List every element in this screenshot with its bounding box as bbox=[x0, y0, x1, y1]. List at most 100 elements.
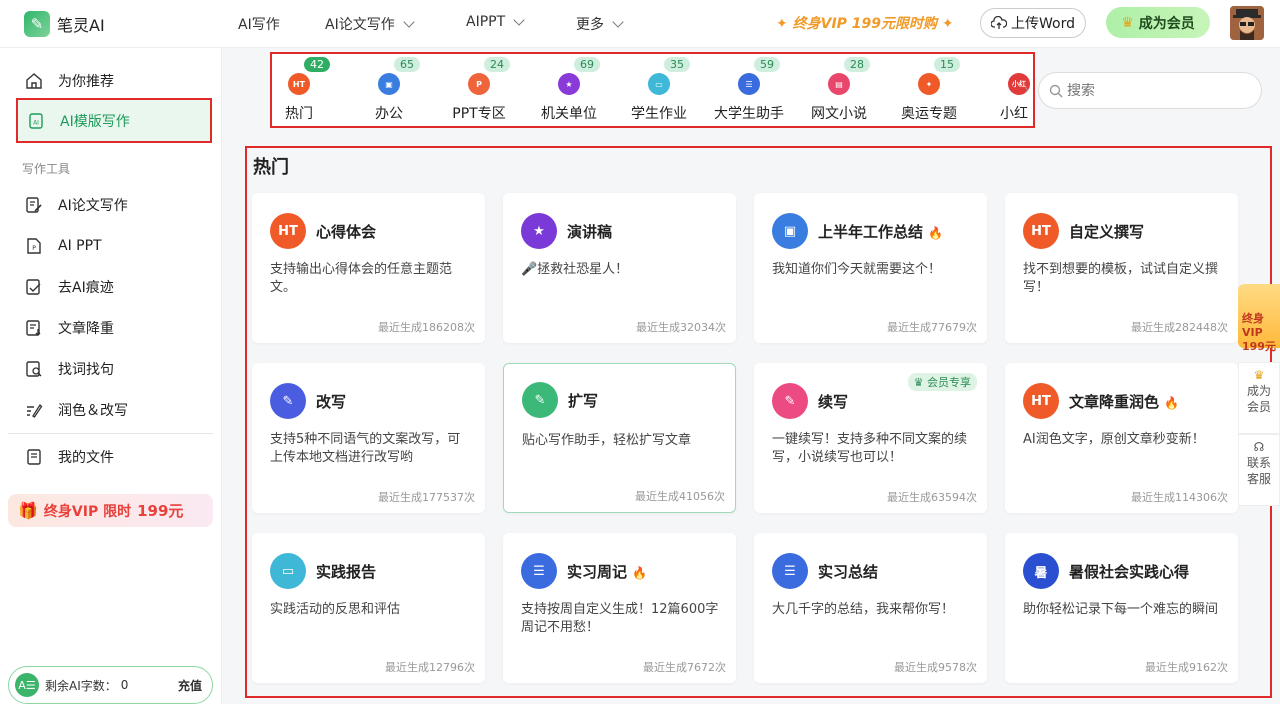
polish-icon bbox=[24, 400, 44, 420]
float-vip-banner[interactable]: 终身VIP 199元 bbox=[1238, 284, 1280, 353]
template-card[interactable]: ▭ 实践报告 实践活动的反思和评估 最近生成12796次 bbox=[252, 533, 485, 683]
card-description: 支持5种不同语气的文案改写，可上传本地文档进行改写哟 bbox=[270, 432, 461, 465]
category-tab-college[interactable]: 59 ☰ 大学生助手 bbox=[704, 54, 794, 126]
card-usage-count: 最近生成186208次 bbox=[378, 321, 475, 334]
sidebar-item-recommend[interactable]: 为你推荐 bbox=[16, 61, 212, 101]
card-usage-count: 最近生成63594次 bbox=[887, 491, 977, 504]
document-icon: ☰ bbox=[521, 553, 557, 589]
template-card[interactable]: HT 自定义撰写 找不到想要的模板，试试自定义撰写！ 最近生成282448次 bbox=[1005, 193, 1238, 343]
card-description: 贴心写作助手，轻松扩写文章 bbox=[522, 433, 692, 448]
nav-ai-paper[interactable]: AI论文写作 bbox=[325, 14, 415, 34]
feather-logo-icon: ✎ bbox=[24, 11, 50, 37]
card-description: 支持输出心得体会的任意主题范文。 bbox=[270, 262, 453, 295]
app-logo[interactable]: ✎ 笔灵AI bbox=[24, 11, 105, 37]
template-card[interactable]: HT 文章降重润色 🔥 AI润色文字，原创文章秒变新！ 最近生成114306次 bbox=[1005, 363, 1238, 513]
card-title: 实践报告 bbox=[316, 563, 377, 581]
category-label: 办公 bbox=[375, 106, 403, 122]
nav-label: AI写作 bbox=[238, 17, 280, 33]
vip-promo-banner[interactable]: ✦ 终身VIP 199元限时购 ✦ bbox=[776, 13, 954, 33]
become-member-button[interactable]: ♛ 成为会员 bbox=[1106, 7, 1210, 38]
vip-side-banner[interactable]: 🎁 终身VIP 限时 199元 bbox=[8, 494, 213, 527]
ppt-icon: P bbox=[468, 73, 490, 95]
sidebar-item-ai-paper[interactable]: AI论文写作 bbox=[16, 185, 212, 225]
category-tab-homework[interactable]: 35 ▭ 学生作业 bbox=[614, 54, 704, 126]
float-member-label: 成为会员 bbox=[1246, 384, 1271, 414]
sidebar-item-my-files[interactable]: 我的文件 bbox=[16, 437, 212, 477]
avatar-image bbox=[1230, 6, 1264, 40]
category-tab-olympics[interactable]: 15 ✦ 奥运专题 bbox=[884, 54, 974, 126]
chevron-down-icon bbox=[513, 13, 525, 26]
user-avatar[interactable] bbox=[1230, 6, 1264, 40]
template-card[interactable]: ★ 演讲稿 🎤拯救社恐星人！ 最近生成32034次 bbox=[503, 193, 736, 343]
svg-text:AI: AI bbox=[33, 119, 39, 126]
chevron-right-icon[interactable]: › bbox=[1024, 82, 1030, 98]
category-count-badge: 24 bbox=[484, 57, 510, 72]
vip-side-price: 199元 bbox=[137, 502, 184, 520]
card-usage-count: 最近生成114306次 bbox=[1131, 491, 1228, 504]
id-card-icon: ▭ bbox=[648, 73, 670, 95]
ai-quota-icon: A☰ bbox=[15, 673, 39, 697]
card-title: 实习总结 bbox=[818, 563, 879, 581]
card-description: 我知道你们今天就需要这个！ bbox=[772, 262, 942, 277]
sidebar-item-ai-ppt[interactable]: P AI PPT bbox=[16, 226, 212, 266]
svg-text:P: P bbox=[32, 245, 36, 252]
template-card[interactable]: ♛ 会员专享 ✎ 续写 一键续写！支持多种不同文案的续写，小说续写也可以！ 最近… bbox=[754, 363, 987, 513]
nav-label: AIPPT bbox=[466, 14, 506, 30]
category-count-badge: 15 bbox=[934, 57, 960, 72]
nav-label: AI论文写作 bbox=[325, 17, 395, 33]
category-label: 奥运专题 bbox=[901, 106, 957, 122]
category-count-badge: 42 bbox=[304, 57, 330, 72]
sidebar-item-find-words[interactable]: 找词找句 bbox=[16, 349, 212, 389]
category-count-badge: 35 bbox=[664, 57, 690, 72]
template-card[interactable]: ✎ 扩写 贴心写作助手，轻松扩写文章 最近生成41056次 bbox=[503, 363, 736, 513]
gift-icon: 🎁 bbox=[18, 501, 38, 520]
summer-icon: 暑 bbox=[1023, 553, 1059, 589]
card-title: 实习周记 bbox=[567, 563, 628, 581]
sidebar-item-label: 我的文件 bbox=[58, 450, 114, 466]
nav-more[interactable]: 更多 bbox=[576, 14, 624, 34]
template-card[interactable]: ☰ 实习周记 🔥 支持按周自定义生成！12篇600字周记不用愁！ 最近生成767… bbox=[503, 533, 736, 683]
category-tab-novel[interactable]: 28 ▤ 网文小说 bbox=[794, 54, 884, 126]
sidebar-item-remove-ai-trace[interactable]: 去AI痕迹 bbox=[16, 267, 212, 307]
float-service-button[interactable]: ☊ 联系客服 bbox=[1238, 434, 1280, 506]
float-member-button[interactable]: ♛ 成为会员 bbox=[1238, 362, 1280, 434]
card-usage-count: 最近生成77679次 bbox=[887, 321, 977, 334]
sidebar-item-ai-template[interactable]: AI AI模版写作 bbox=[16, 98, 212, 143]
sidebar-item-polish-rewrite[interactable]: 润色＆改写 bbox=[16, 390, 212, 430]
recharge-button[interactable]: 充值 bbox=[178, 677, 202, 694]
template-card[interactable]: ▣ 上半年工作总结 🔥 我知道你们今天就需要这个！ 最近生成77679次 bbox=[754, 193, 987, 343]
category-tab-government[interactable]: 69 ★ 机关单位 bbox=[524, 54, 614, 126]
template-card[interactable]: ✎ 改写 支持5种不同语气的文案改写，可上传本地文档进行改写哟 最近生成1775… bbox=[252, 363, 485, 513]
search-box[interactable] bbox=[1038, 72, 1262, 109]
sidebar-divider bbox=[8, 433, 213, 434]
upload-word-label: 上传Word bbox=[1011, 16, 1075, 32]
nav-aippt[interactable]: AIPPT bbox=[466, 13, 525, 30]
category-count-badge: 65 bbox=[394, 57, 420, 72]
card-description: 支持按周自定义生成！12篇600字周记不用愁！ bbox=[521, 602, 719, 635]
crown-icon: ♛ bbox=[1121, 14, 1134, 31]
member-exclusive-badge: ♛ 会员专享 bbox=[907, 373, 977, 391]
sidebar-item-label: AI模版写作 bbox=[60, 113, 130, 130]
briefcase-icon: ▣ bbox=[772, 213, 808, 249]
category-tab-ppt[interactable]: 24 P PPT专区 bbox=[434, 54, 524, 126]
member-exclusive-label: 会员专享 bbox=[927, 376, 971, 389]
nav-ai-writing[interactable]: AI写作 bbox=[238, 14, 280, 34]
template-card[interactable]: HT 心得体会 支持输出心得体会的任意主题范文。 最近生成186208次 bbox=[252, 193, 485, 343]
ai-template-icon: AI bbox=[26, 111, 46, 131]
sidebar-item-reduce-duplication[interactable]: 文章降重 bbox=[16, 308, 212, 348]
template-card[interactable]: 暑 暑假社会实践心得 助你轻松记录下每一个难忘的瞬间 最近生成9162次 bbox=[1005, 533, 1238, 683]
sparkle-icon: ✦ bbox=[776, 16, 793, 32]
reduce-icon bbox=[24, 318, 44, 338]
top-bar: ✎ 笔灵AI AI写作 AI论文写作 AIPPT 更多 ✦ 终身VIP 199元… bbox=[0, 0, 1280, 48]
feather-pen-icon: ✎ bbox=[270, 383, 306, 419]
template-card[interactable]: ☰ 实习总结 大几千字的总结，我来帮你写！ 最近生成9578次 bbox=[754, 533, 987, 683]
card-title: 扩写 bbox=[568, 392, 599, 410]
category-tab-office[interactable]: 65 ▣ 办公 bbox=[344, 54, 434, 126]
ai-word-quota: A☰ 剩余AI字数： 0 充值 bbox=[8, 666, 213, 704]
category-tab-hot[interactable]: 42 HT 热门 bbox=[272, 54, 344, 126]
search-input[interactable] bbox=[1067, 82, 1237, 99]
files-icon bbox=[24, 447, 44, 467]
upload-word-button[interactable]: 上传Word bbox=[980, 8, 1086, 38]
quota-value: 0 bbox=[120, 678, 129, 692]
ppt-icon: P bbox=[24, 236, 44, 256]
